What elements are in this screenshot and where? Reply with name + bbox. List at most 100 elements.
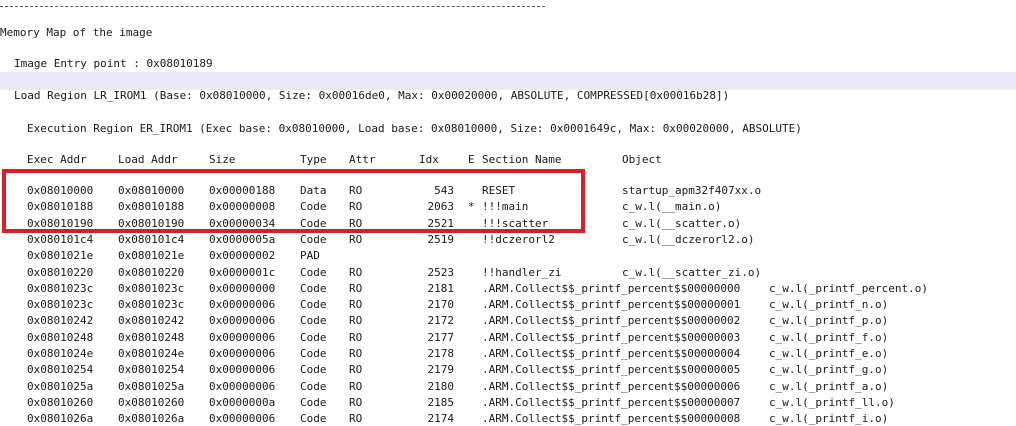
cell-section-name: .ARM.Collect$$_printf_percent$$00000007 — [482, 396, 741, 409]
cell-object: c_w.l(_printf_ll.o) — [769, 396, 895, 409]
cell-size: 0x00000006 — [209, 412, 276, 425]
cell-section-name: !!handler_zi — [482, 266, 562, 279]
cell-load-addr: 0x080101c4 — [118, 233, 185, 246]
cell-section-name: .ARM.Collect$$_printf_percent$$00000000 — [482, 282, 741, 295]
cell-size: 0x00000006 — [209, 380, 276, 393]
cell-attr: RO — [349, 298, 363, 311]
cell-object: c_w.l(_printf_g.o) — [769, 363, 889, 376]
cell-exec-addr: 0x0801023c — [27, 298, 94, 311]
cell-object: c_w.l(_printf_n.o) — [769, 298, 889, 311]
cell-idx: 2174 — [427, 412, 455, 425]
cell-load-addr: 0x0801024e — [118, 347, 185, 360]
cell-size: 0x0000000a — [209, 396, 276, 409]
cell-e: * — [468, 200, 475, 213]
cell-object: c_w.l(_printf_p.o) — [769, 314, 889, 327]
cell-idx: 2172 — [427, 314, 455, 327]
cell-object: c_w.l(_printf_e.o) — [769, 347, 889, 360]
cell-idx: 2063 — [427, 200, 455, 213]
cell-size: 0x00000006 — [209, 347, 276, 360]
cell-exec-addr: 0x0801023c — [27, 282, 94, 295]
cell-object: startup_apm32f407xx.o — [622, 184, 762, 197]
cell-exec-addr: 0x08010190 — [27, 217, 94, 230]
cell-attr: RO — [349, 200, 363, 213]
cell-attr: RO — [349, 233, 363, 246]
cell-size: 0x0000005a — [209, 233, 276, 246]
cell-exec-addr: 0x08010000 — [27, 184, 94, 197]
cell-size: 0x00000000 — [209, 282, 276, 295]
cell-exec-addr: 0x08010242 — [27, 314, 94, 327]
cell-idx: 2179 — [427, 363, 455, 376]
cell-section-name: !!dczerorl2 — [482, 233, 555, 246]
cell-load-addr: 0x08010190 — [118, 217, 185, 230]
cell-load-addr: 0x0801023c — [118, 298, 185, 311]
cell-attr: RO — [349, 331, 363, 344]
cell-idx: 2178 — [427, 347, 455, 360]
cell-section-name: RESET — [482, 184, 516, 197]
cell-section-name: .ARM.Collect$$_printf_percent$$00000001 — [482, 298, 741, 311]
cell-object: c_w.l(_printf_a.o) — [769, 380, 889, 393]
cell-size: 0x0000001c — [209, 266, 276, 279]
cell-attr: RO — [349, 363, 363, 376]
cell-load-addr: 0x0801021e — [118, 249, 185, 262]
cell-idx: 2185 — [427, 396, 455, 409]
cell-load-addr: 0x08010188 — [118, 200, 185, 213]
cell-type: Code — [300, 363, 327, 376]
cell-type: Code — [300, 396, 327, 409]
divider-line — [0, 0, 545, 7]
cell-object: c_w.l(__main.o) — [622, 200, 722, 213]
memory-map-title: Memory Map of the image — [0, 26, 153, 39]
cell-idx: 2177 — [427, 331, 455, 344]
cell-attr: RO — [349, 396, 363, 409]
cell-idx: 2180 — [427, 380, 455, 393]
cell-attr: RO — [349, 184, 363, 197]
cell-load-addr: 0x08010260 — [118, 396, 185, 409]
cell-attr: RO — [349, 412, 363, 425]
cell-idx: 2523 — [427, 266, 455, 279]
cell-attr: RO — [349, 266, 363, 279]
cell-object: c_w.l(_printf_i.o) — [769, 412, 889, 425]
cell-load-addr: 0x08010242 — [118, 314, 185, 327]
cell-type: PAD — [300, 249, 320, 262]
cell-attr: RO — [349, 347, 363, 360]
cell-exec-addr: 0x0801026a — [27, 412, 94, 425]
load-region-line: Load Region LR_IROM1 (Base: 0x08010000, … — [14, 89, 730, 102]
cell-load-addr: 0x08010220 — [118, 266, 185, 279]
cell-exec-addr: 0x0801025a — [27, 380, 94, 393]
col-object: Object — [622, 153, 662, 166]
cell-exec-addr: 0x0801021e — [27, 249, 94, 262]
cell-exec-addr: 0x08010220 — [27, 266, 94, 279]
cell-attr: RO — [349, 380, 363, 393]
cell-section-name: !!!main — [482, 200, 529, 213]
cell-type: Code — [300, 233, 327, 246]
cell-object: c_w.l(__dczerorl2.o) — [622, 233, 755, 246]
image-entry-point: Image Entry point : 0x08010189 — [14, 57, 213, 70]
col-load-addr: Load Addr — [118, 153, 178, 166]
cell-idx: 2519 — [427, 233, 455, 246]
cell-type: Data — [300, 184, 327, 197]
cell-idx: 2181 — [427, 282, 455, 295]
col-size: Size — [209, 153, 236, 166]
col-exec-addr: Exec Addr — [27, 153, 87, 166]
col-e: E — [468, 153, 475, 166]
execution-region-line: Execution Region ER_IROM1 (Exec base: 0x… — [27, 122, 802, 135]
cell-type: Code — [300, 380, 327, 393]
cell-attr: RO — [349, 282, 363, 295]
cell-attr: RO — [349, 314, 363, 327]
cell-section-name: .ARM.Collect$$_printf_percent$$00000002 — [482, 314, 741, 327]
cell-type: Code — [300, 200, 327, 213]
cell-size: 0x00000002 — [209, 249, 276, 262]
cell-type: Code — [300, 266, 327, 279]
cell-exec-addr: 0x0801024e — [27, 347, 94, 360]
cell-size: 0x00000006 — [209, 331, 276, 344]
cell-type: Code — [300, 412, 327, 425]
cell-type: Code — [300, 282, 327, 295]
cell-size: 0x00000006 — [209, 298, 276, 311]
cell-idx: 2170 — [427, 298, 455, 311]
cell-object: c_w.l(__scatter_zi.o) — [622, 266, 762, 279]
cell-load-addr: 0x0801025a — [118, 380, 185, 393]
cell-exec-addr: 0x080101c4 — [27, 233, 94, 246]
cell-load-addr: 0x0801023c — [118, 282, 185, 295]
cell-attr: RO — [349, 217, 363, 230]
cursor-line-highlight — [0, 72, 1016, 90]
cell-type: Code — [300, 331, 327, 344]
